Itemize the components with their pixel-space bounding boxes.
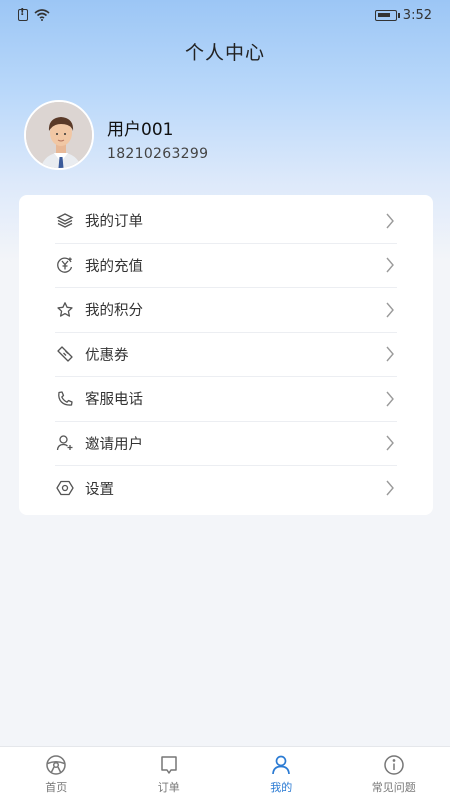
tab-label: 常见问题 [371,781,416,794]
user-plus-icon [55,433,75,453]
user-icon [270,754,292,776]
tab-orders[interactable]: 订单 [113,747,226,800]
chevron-right-icon [383,212,397,230]
menu-item-label: 我的积分 [85,303,143,320]
ticket-icon [55,344,75,364]
sim-alert-icon [18,7,28,21]
chevron-right-icon [383,301,397,319]
tab-label: 订单 [157,781,180,794]
bottom-tab-bar: 首页 订单 我的 常见问题 [0,746,450,800]
order-icon [158,754,180,776]
chevron-right-icon [383,345,397,363]
chevron-right-icon [383,256,397,274]
menu-item-coupons[interactable]: 优惠券 [55,333,397,377]
menu-item-label: 我的充值 [85,258,143,275]
menu-item-service-phone[interactable]: 客服电话 [55,377,397,422]
tab-home[interactable]: 首页 [0,747,113,800]
layers-icon [55,211,75,231]
chevron-right-icon [383,434,397,452]
menu-card: 我的订单 我的充值 我的积分 优惠券 客服电话 邀请用户 设置 [19,195,433,515]
wifi-icon [34,9,50,21]
menu-item-label: 邀请用户 [85,436,143,453]
menu-item-recharge[interactable]: 我的充值 [55,244,397,288]
steering-wheel-icon [45,754,67,776]
status-time: 3:52 [402,7,432,23]
phone-icon [55,389,75,409]
info-icon [383,754,405,776]
battery-icon [374,9,400,21]
tab-mine[interactable]: 我的 [225,747,338,800]
menu-item-label: 优惠券 [85,347,129,364]
avatar[interactable] [24,100,94,170]
menu-item-settings[interactable]: 设置 [55,466,397,511]
star-icon [55,300,75,320]
user-info: 用户001 18210263299 [107,115,208,162]
gear-icon [55,478,75,498]
user-phone: 18210263299 [107,145,209,162]
chevron-right-icon [383,479,397,497]
username: 用户001 [107,119,174,140]
page-title: 个人中心 [184,42,265,64]
menu-item-label: 设置 [85,481,114,498]
menu-item-label: 我的订单 [85,214,143,231]
profile-section[interactable]: 用户001 18210263299 [24,100,208,170]
status-right: 3:52 [374,7,432,23]
tab-faq[interactable]: 常见问题 [338,747,450,800]
tab-label: 首页 [45,781,68,794]
menu-item-points[interactable]: 我的积分 [55,288,397,333]
status-bar: 3:52 [0,0,450,30]
avatar-person-icon [26,102,92,168]
status-left [18,7,50,21]
chevron-right-icon [383,390,397,408]
menu-item-invite[interactable]: 邀请用户 [55,422,397,466]
menu-item-label: 客服电话 [85,392,143,409]
tab-label: 我的 [270,781,293,794]
yen-coin-icon [55,255,75,275]
menu-item-orders[interactable]: 我的订单 [55,199,397,244]
